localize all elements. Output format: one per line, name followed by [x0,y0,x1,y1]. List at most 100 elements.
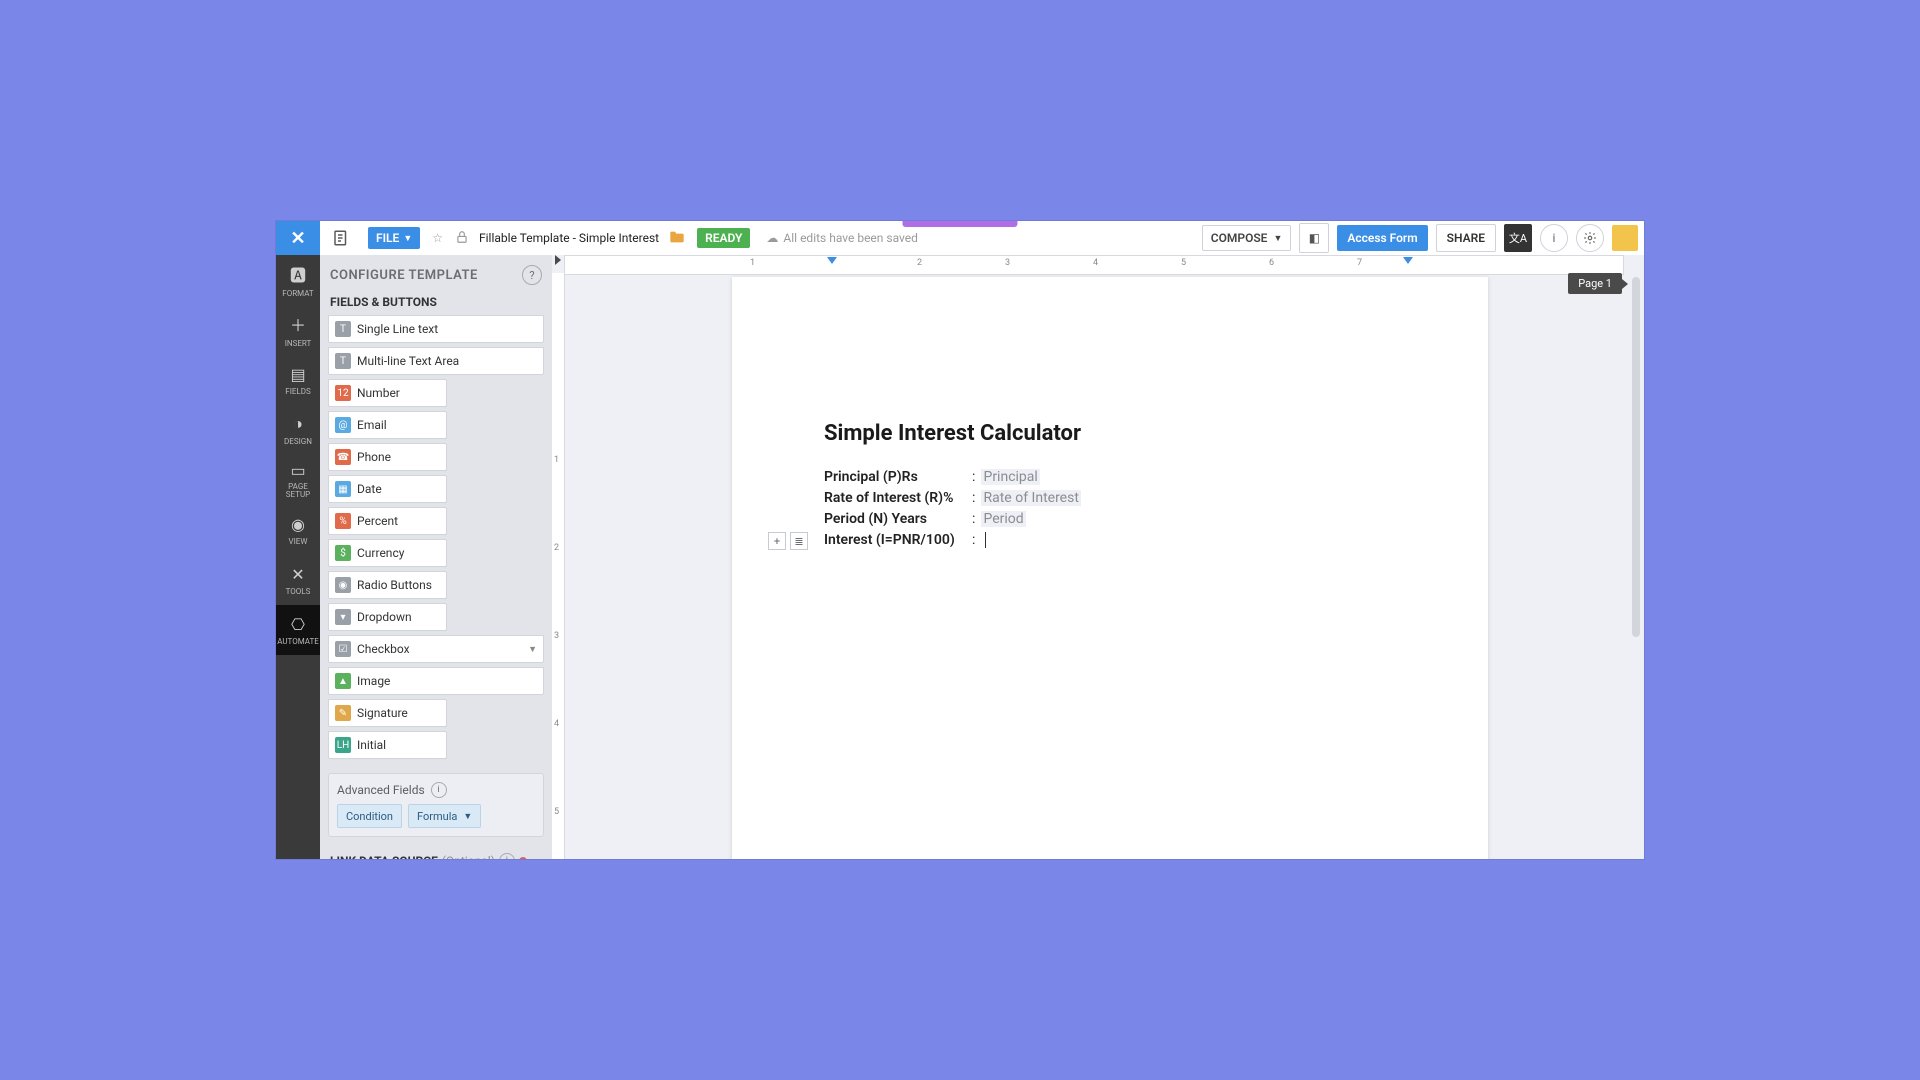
star-button[interactable]: ☆ [426,231,449,245]
adv-condition-button[interactable]: Condition [337,804,402,828]
rail-fields[interactable]: ▤FIELDS [276,355,320,405]
field-single-line-text[interactable]: TSingle Line text [328,315,544,343]
initial-icon: LH [335,737,351,753]
checkbox-icon: ☑ [335,641,351,657]
field-signature[interactable]: ✎Signature [328,699,447,727]
field-percent[interactable]: %Percent [328,507,447,535]
phone-icon: ☎ [335,449,351,465]
placeholder-rate[interactable]: Rate of Interest [981,490,1080,506]
adv-formula-button[interactable]: Formula▼ [408,804,481,828]
compose-label: COMPOSE [1211,231,1268,245]
date-icon: ▦ [335,481,351,497]
fields-section-header: FIELDS & BUTTONS [320,291,552,311]
vertical-scrollbar[interactable] [1632,277,1640,637]
ready-badge: READY [697,228,750,248]
panel-header: CONFIGURE TEMPLATE [330,268,478,283]
margin-marker-left-icon[interactable] [827,257,837,264]
currency-icon: $ [335,545,351,561]
access-form-button[interactable]: Access Form [1337,225,1427,251]
format-icon: 🅰 [290,262,306,286]
field-radio[interactable]: ◉Radio Buttons [328,571,447,599]
close-button[interactable]: ✕ [276,221,320,255]
cloud-icon: ☁ [766,231,778,245]
advanced-fields-box: Advanced Fieldsi Condition Formula▼ [328,773,544,837]
notification-button[interactable]: ◧ [1299,223,1329,253]
rail-format[interactable]: 🅰FORMAT [276,255,320,305]
multiline-icon: T [335,353,351,369]
field-checkbox[interactable]: ☑Checkbox▼ [328,635,544,663]
doc-row-rate[interactable]: Rate of Interest (R)%: Rate of Interest [824,490,1081,506]
doc-title: Simple Interest Calculator [824,421,1081,446]
doc-row-interest[interactable]: Interest (I=PNR/100): [824,532,986,548]
info-icon[interactable]: i [431,782,447,798]
field-multi-line-text[interactable]: TMulti-line Text Area [328,347,544,375]
language-icon: 文A [1509,230,1527,246]
text-field-icon: T [335,321,351,337]
rail-view[interactable]: ◉VIEW [276,505,320,555]
doc-row-principal[interactable]: Principal (P)Rs: Principal [824,469,1040,485]
list-icon: ≣ [794,535,803,548]
panel-help-button[interactable]: ? [522,265,542,285]
image-icon: ▲ [335,673,351,689]
rail-insert[interactable]: ＋INSERT [276,305,320,355]
share-button[interactable]: SHARE [1436,224,1496,252]
rail-page-setup[interactable]: ▭PAGE SETUP [276,455,320,505]
lock-button[interactable] [449,230,475,247]
link-data-source-header: LINK DATA SOURCE [330,854,438,859]
close-icon: ✕ [290,228,305,249]
field-phone[interactable]: ☎Phone [328,443,447,471]
row-options-button[interactable]: ≣ [790,532,808,550]
field-image[interactable]: ▲Image [328,667,544,695]
avatar[interactable] [1612,225,1638,251]
vertical-ruler[interactable]: 1 2 3 4 5 [552,273,565,859]
field-initial[interactable]: LHInitial [328,731,447,759]
question-icon: ? [529,269,534,282]
page-indicator: Page 1 [1568,273,1622,294]
lock-icon [455,230,469,244]
plus-icon: + [774,535,780,548]
placeholder-principal[interactable]: Principal [981,469,1039,485]
bell-icon: ◧ [1309,231,1320,245]
info-icon: i [1553,231,1556,245]
add-row-button[interactable]: + [768,532,786,550]
row-action-buttons: + ≣ [768,532,808,550]
document-page[interactable]: Simple Interest Calculator Principal (P)… [732,277,1488,859]
folder-button[interactable] [663,230,691,247]
document-title[interactable]: Fillable Template - Simple Interest [475,231,663,245]
info-icon[interactable]: i [499,853,515,859]
field-email[interactable]: @Email [328,411,447,439]
margin-marker-right-icon[interactable] [1403,257,1413,264]
info-button[interactable]: i [1540,224,1568,252]
field-currency[interactable]: $Currency [328,539,447,567]
fields-icon: ▤ [290,365,305,384]
dropdown-icon: ▾ [335,609,351,625]
field-dropdown[interactable]: ▾Dropdown [328,603,447,631]
horizontal-ruler[interactable]: 1 2 3 4 5 6 7 [564,255,1624,275]
number-icon: 12 [335,385,351,401]
compose-button[interactable]: COMPOSE ▼ [1202,225,1292,251]
file-menu-button[interactable]: FILE ▼ [368,227,420,249]
radio-icon: ◉ [335,577,351,593]
left-icon-rail: 🅰FORMAT ＋INSERT ▤FIELDS ◑DESIGN ▭PAGE SE… [276,255,320,859]
rail-design[interactable]: ◑DESIGN [276,405,320,455]
placeholder-period[interactable]: Period [981,511,1025,527]
rail-automate[interactable]: ⎔AUTOMATE [276,605,320,655]
field-date[interactable]: ▦Date [328,475,447,503]
ruler-origin-icon [555,255,561,265]
language-button[interactable]: 文A [1504,224,1532,252]
page-setup-icon: ▭ [290,461,305,480]
doc-row-period[interactable]: Period (N) Years: Period [824,511,1026,527]
rail-tools[interactable]: ✕TOOLS [276,555,320,605]
chevron-down-icon: ▼ [1273,233,1282,244]
document-icon[interactable] [320,221,362,255]
chevron-down-icon: ▼ [403,233,412,244]
settings-button[interactable] [1576,224,1604,252]
field-number[interactable]: 12Number [328,379,447,407]
link-data-source-optional: (Optional) [442,854,495,859]
status-dot-icon [519,857,527,859]
workspace: 1 2 3 4 5 6 7 1 2 3 4 5 Page 1 Simple In… [552,255,1644,859]
tools-icon: ✕ [291,565,304,584]
insert-icon: ＋ [290,312,306,336]
chevron-down-icon: ▼ [463,811,472,822]
configure-template-panel: CONFIGURE TEMPLATE ? FIELDS & BUTTONS TS… [320,255,552,859]
